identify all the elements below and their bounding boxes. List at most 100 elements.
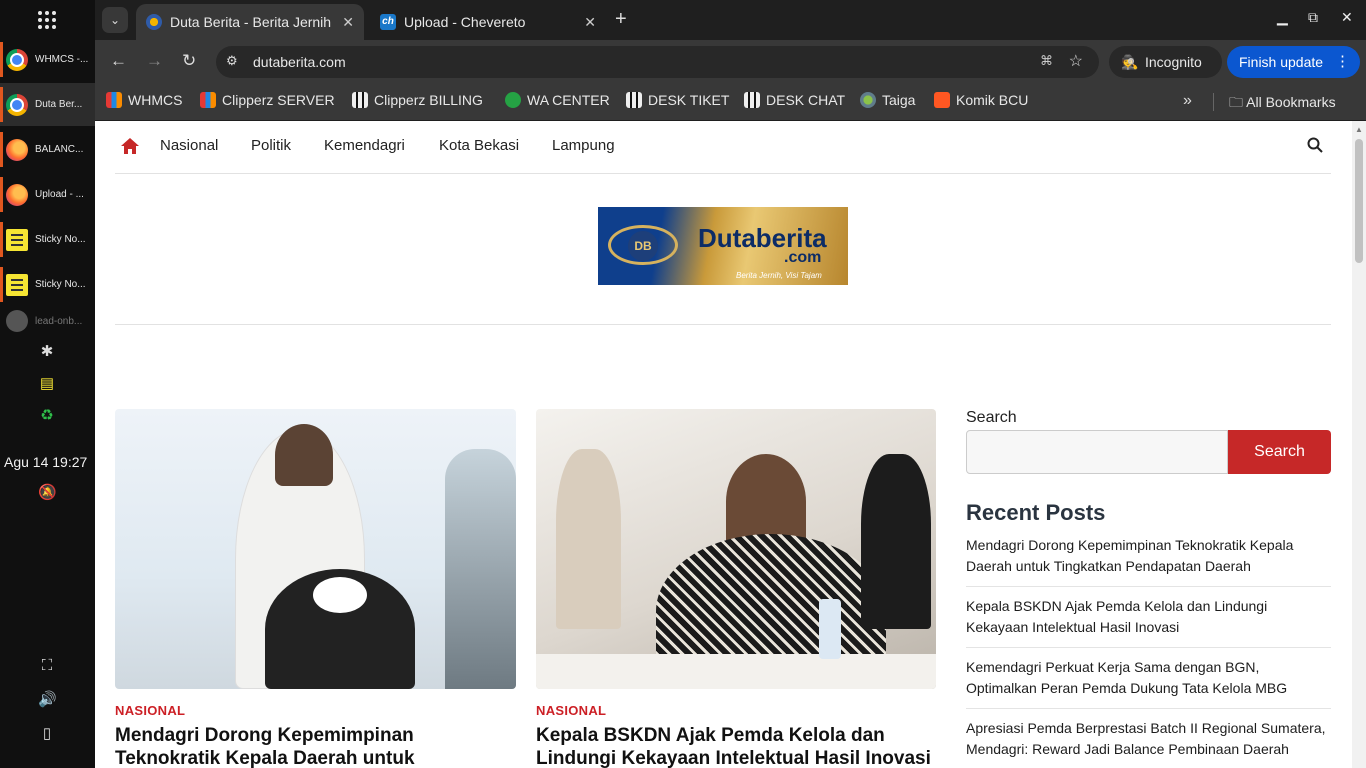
bookmark-clipperz-billing[interactable]: Clipperz BILLING [352, 92, 483, 108]
home-icon[interactable] [120, 137, 140, 155]
bookmark-label: Komik BCU [956, 92, 1029, 108]
desk-icon [626, 92, 642, 108]
bookmark-desk-chat[interactable]: DESK CHAT [744, 92, 845, 108]
search-icon[interactable] [1307, 137, 1323, 153]
recent-post-link[interactable]: Apresiasi Pemda Berprestasi Batch II Reg… [966, 709, 1331, 768]
scroll-up-icon[interactable]: ▲ [1355, 125, 1363, 134]
bookmark-label: DESK TIKET [648, 92, 730, 108]
clock[interactable]: Agu 14 19:27 [4, 454, 87, 470]
slack-icon[interactable]: ✱ [38, 343, 56, 361]
recycle-icon[interactable]: ♻ [38, 407, 56, 425]
network-icon[interactable]: ⛶ [38, 657, 56, 675]
battery-icon[interactable]: ▯ [38, 725, 56, 743]
article-category[interactable]: NASIONAL [536, 703, 936, 718]
dock-item-whmcs[interactable]: WHMCS -... [0, 38, 95, 81]
dock-item-sticky-notes-2[interactable]: Sticky No... [0, 263, 95, 306]
dock-item-label: Upload - ... [35, 189, 84, 200]
dock-item-label: BALANC... [35, 144, 84, 155]
more-bookmarks-icon[interactable]: » [1183, 92, 1192, 110]
finish-update-button[interactable]: Finish update ⋮ [1227, 46, 1360, 78]
sticky-notes-tray-icon[interactable]: ▤ [38, 375, 56, 393]
recent-post-link[interactable]: Kepala BSKDN Ajak Pemda Kelola dan Lindu… [966, 587, 1331, 648]
page-scrollbar[interactable]: ▲ [1352, 121, 1366, 768]
bookmark-whmcs[interactable]: WHMCS [106, 92, 182, 108]
tab-chevereto[interactable]: ch Upload - Chevereto ✕ [370, 4, 606, 40]
minimize-icon[interactable]: ▁ [1277, 9, 1288, 26]
nav-politik[interactable]: Politik [251, 137, 291, 154]
address-bar[interactable]: ⚙ dutaberita.com ⌘ ☆ [216, 46, 1099, 78]
scrollbar-thumb[interactable] [1355, 139, 1363, 263]
dock-item-duta-berita[interactable]: Duta Ber... [0, 83, 95, 126]
bookmark-label: Taiga [882, 92, 916, 108]
tab-search-button[interactable]: ⌄ [102, 7, 128, 33]
close-icon[interactable]: ✕ [584, 14, 596, 31]
bookmark-star-icon[interactable]: ☆ [1069, 51, 1083, 71]
app-grid-icon[interactable] [37, 10, 57, 30]
incognito-indicator[interactable]: 🕵 Incognito [1109, 46, 1222, 78]
notifications-off-icon[interactable]: 🔕 [38, 484, 57, 502]
bookmark-desk-tiket[interactable]: DESK TIKET [626, 92, 729, 108]
article-headline[interactable]: Mendagri Dorong Kepemimpinan Teknokratik… [115, 724, 516, 768]
article-image[interactable] [536, 409, 936, 689]
new-tab-icon[interactable]: + [615, 8, 627, 31]
maximize-icon[interactable]: ⧉ [1308, 9, 1318, 26]
nav-kota-bekasi[interactable]: Kota Bekasi [439, 137, 519, 154]
window-close-icon[interactable]: ✕ [1341, 9, 1353, 26]
dock-item-sticky-notes-1[interactable]: Sticky No... [0, 218, 95, 261]
tab-title: Upload - Chevereto [404, 14, 526, 30]
person-head [275, 424, 333, 486]
dock-item-balance[interactable]: BALANC... [0, 128, 95, 171]
header-divider [115, 324, 1331, 325]
url-text[interactable]: dutaberita.com [253, 54, 346, 70]
article-category[interactable]: NASIONAL [115, 703, 516, 718]
site-logo[interactable]: DB Dutaberita .com Berita Jernih, Visi T… [598, 207, 848, 285]
web-page: Nasional Politik Kemendagri Kota Bekasi … [95, 121, 1352, 768]
dock-item-upload[interactable]: Upload - ... [0, 173, 95, 216]
taiga-icon [860, 92, 876, 108]
tab-duta-berita[interactable]: Duta Berita - Berita Jernih ✕ [136, 4, 364, 40]
desk-icon [744, 92, 760, 108]
bookmark-label: Clipperz BILLING [374, 92, 483, 108]
forward-icon[interactable]: → [146, 51, 163, 71]
background-tower [445, 449, 516, 689]
podium-logo [313, 577, 367, 613]
chevron-down-icon: ⌄ [109, 13, 121, 27]
site-info-icon[interactable]: ⚙ [226, 53, 238, 69]
volume-icon[interactable]: 🔊 [38, 691, 57, 709]
table [536, 654, 936, 689]
recent-post-link[interactable]: Mendagri Dorong Kepemimpinan Teknokratik… [966, 526, 1331, 587]
article-image[interactable] [115, 409, 516, 689]
all-bookmarks[interactable]: 🗀 All Bookmarks [1229, 92, 1336, 116]
bookmark-label: Clipperz SERVER [222, 92, 335, 108]
search-form: Search [966, 430, 1331, 474]
bookmark-clipperz-server[interactable]: Clipperz SERVER [200, 92, 335, 108]
firefox-icon [6, 183, 28, 206]
tab-title: Duta Berita - Berita Jernih [170, 14, 332, 30]
search-input[interactable] [966, 430, 1228, 474]
bookmark-taiga[interactable]: Taiga [860, 92, 915, 108]
incognito-icon: 🕵 [1121, 54, 1139, 70]
bookmark-wa-center[interactable]: WA CENTER [505, 92, 610, 108]
dock-item-lead-onb[interactable]: lead-onb... [0, 308, 95, 334]
sticky-notes-icon [6, 273, 28, 296]
logo-suffix: .com [784, 249, 822, 266]
close-icon[interactable]: ✕ [342, 14, 354, 31]
chevereto-favicon-icon: ch [380, 14, 396, 30]
background-person [861, 454, 931, 629]
article-headline[interactable]: Kepala BSKDN Ajak Pemda Kelola dan Lindu… [536, 724, 936, 768]
search-label: Search [966, 409, 1017, 426]
folder-icon: 🗀 [1229, 94, 1247, 110]
article-card[interactable]: NASIONAL Mendagri Dorong Kepemimpinan Te… [115, 409, 516, 768]
reload-icon[interactable]: ↻ [182, 51, 196, 71]
recent-post-link[interactable]: Kemendagri Perkuat Kerja Sama dengan BGN… [966, 648, 1331, 709]
nav-kemendagri[interactable]: Kemendagri [324, 137, 405, 154]
bookmark-komik-bcu[interactable]: Komik BCU [934, 92, 1028, 108]
back-icon[interactable]: ← [110, 51, 127, 71]
nav-lampung[interactable]: Lampung [552, 137, 615, 154]
nav-nasional[interactable]: Nasional [160, 137, 218, 154]
finish-update-label: Finish update [1239, 54, 1324, 70]
translate-icon[interactable]: ⌘ [1040, 53, 1053, 69]
search-button[interactable]: Search [1228, 430, 1331, 474]
article-card[interactable]: NASIONAL Kepala BSKDN Ajak Pemda Kelola … [536, 409, 936, 768]
recent-posts-title: Recent Posts [966, 500, 1106, 525]
